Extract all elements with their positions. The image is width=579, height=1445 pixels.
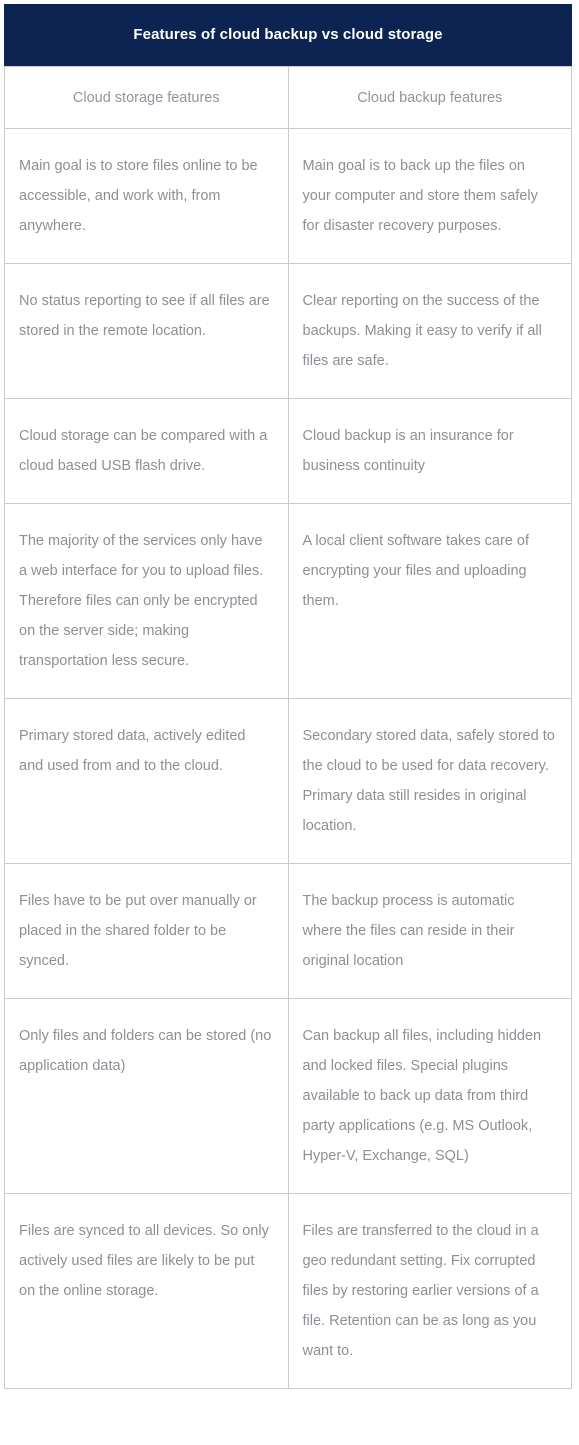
table-row: Files are synced to all devices. So only… <box>4 1193 572 1389</box>
cell-text: The majority of the services only have a… <box>19 533 264 669</box>
table-cell-backup: Main goal is to back up the files on you… <box>287 128 572 264</box>
cell-text: Main goal is to store files online to be… <box>19 158 258 234</box>
table-cell-storage: Primary stored data, actively edited and… <box>4 698 289 864</box>
page-title: Features of cloud backup vs cloud storag… <box>4 4 572 66</box>
cell-text: A local client software takes care of en… <box>302 533 529 609</box>
table-cell-storage: Files have to be put over manually or pl… <box>4 863 289 999</box>
table-cell-storage: Cloud storage can be compared with a clo… <box>4 398 289 504</box>
cell-text: Only files and folders can be stored (no… <box>19 1028 272 1074</box>
cell-text: Can backup all files, including hidden a… <box>302 1028 542 1164</box>
cell-text: Files are transferred to the cloud in a … <box>302 1223 539 1359</box>
column-header-cloud-backup: Cloud backup features <box>287 66 572 129</box>
table-header-row: Cloud storage features Cloud backup feat… <box>4 66 572 129</box>
table-row: The majority of the services only have a… <box>4 503 572 699</box>
table-row: Primary stored data, actively edited and… <box>4 698 572 864</box>
table-row: Files have to be put over manually or pl… <box>4 863 572 999</box>
table-cell-storage: Only files and folders can be stored (no… <box>4 998 289 1194</box>
cell-text: No status reporting to see if all files … <box>19 293 270 339</box>
cell-text: The backup process is automatic where th… <box>302 893 515 969</box>
cell-text: Files have to be put over manually or pl… <box>19 893 257 969</box>
table-row: Only files and folders can be stored (no… <box>4 998 572 1194</box>
comparison-table-container: Features of cloud backup vs cloud storag… <box>0 0 579 1445</box>
table-row: No status reporting to see if all files … <box>4 263 572 399</box>
cell-text: Cloud storage can be compared with a clo… <box>19 428 268 474</box>
table-cell-storage: No status reporting to see if all files … <box>4 263 289 399</box>
table-cell-backup: Files are transferred to the cloud in a … <box>287 1193 572 1389</box>
table-row: Main goal is to store files online to be… <box>4 128 572 264</box>
cell-text: Secondary stored data, safely stored to … <box>302 728 555 834</box>
table-cell-backup: Clear reporting on the success of the ba… <box>287 263 572 399</box>
features-comparison-table: Cloud storage features Cloud backup feat… <box>4 66 572 1389</box>
table-cell-backup: Secondary stored data, safely stored to … <box>287 698 572 864</box>
cell-text: Primary stored data, actively edited and… <box>19 728 246 774</box>
table-cell-backup: Can backup all files, including hidden a… <box>287 998 572 1194</box>
table-cell-storage: The majority of the services only have a… <box>4 503 289 699</box>
table-head: Cloud storage features Cloud backup feat… <box>4 66 572 129</box>
table-body: Main goal is to store files online to be… <box>4 128 572 1389</box>
cell-text: Clear reporting on the success of the ba… <box>302 293 542 369</box>
cell-text: Files are synced to all devices. So only… <box>19 1223 269 1299</box>
table-cell-backup: The backup process is automatic where th… <box>287 863 572 999</box>
table-cell-backup: A local client software takes care of en… <box>287 503 572 699</box>
table-cell-backup: Cloud backup is an insurance for busines… <box>287 398 572 504</box>
cell-text: Main goal is to back up the files on you… <box>302 158 538 234</box>
column-header-cloud-storage: Cloud storage features <box>4 66 289 129</box>
table-row: Cloud storage can be compared with a clo… <box>4 398 572 504</box>
table-cell-storage: Files are synced to all devices. So only… <box>4 1193 289 1389</box>
cell-text: Cloud backup is an insurance for busines… <box>302 428 514 474</box>
table-cell-storage: Main goal is to store files online to be… <box>4 128 289 264</box>
